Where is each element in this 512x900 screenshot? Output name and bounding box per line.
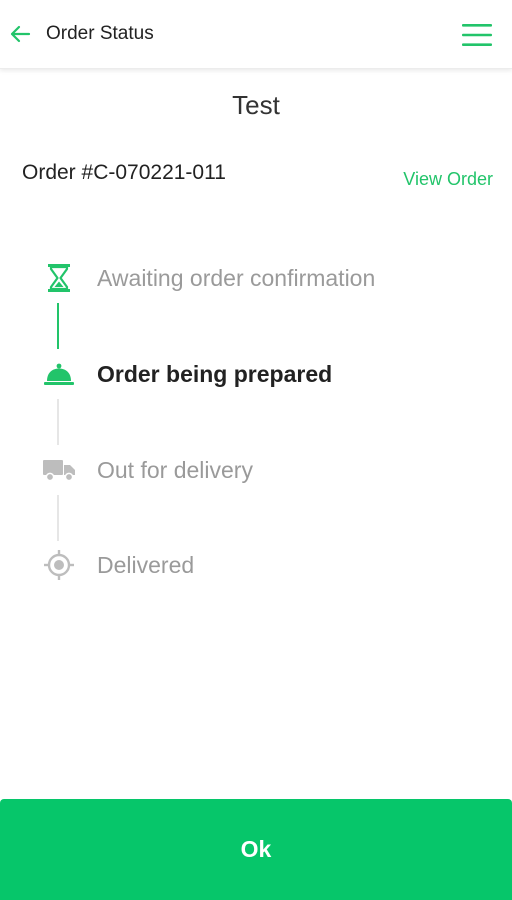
- step-connector: [57, 399, 59, 445]
- arrow-left-icon: [10, 25, 31, 43]
- status-step-being-prepared: Order being prepared: [0, 350, 512, 398]
- step-label: Delivered: [97, 552, 195, 578]
- step-icon-wrapper: [40, 547, 78, 583]
- app-header: Order Status: [0, 0, 512, 69]
- page-title: Order Status: [46, 23, 154, 44]
- hamburger-menu-icon: [462, 24, 492, 46]
- serving-bell-icon: [44, 363, 74, 385]
- step-icon-wrapper: [40, 260, 78, 296]
- step-icon-wrapper: [40, 356, 78, 392]
- step-icon-wrapper: [40, 452, 78, 488]
- step-label: Order being prepared: [97, 361, 333, 387]
- view-order-link[interactable]: View Order: [403, 167, 493, 191]
- location-target-icon: [44, 550, 74, 580]
- delivery-truck-icon: [43, 460, 75, 482]
- step-label: Awaiting order confirmation: [97, 265, 376, 291]
- status-step-out-for-delivery: Out for delivery: [0, 446, 512, 494]
- status-step-delivered: Delivered: [0, 541, 512, 589]
- ok-button[interactable]: Ok: [0, 799, 512, 900]
- hourglass-icon: [48, 264, 70, 292]
- back-button[interactable]: [6, 20, 34, 48]
- step-label: Out for delivery: [97, 457, 253, 483]
- menu-button[interactable]: [460, 20, 494, 50]
- order-number: Order #C-070221-011: [22, 161, 226, 184]
- store-name: Test: [232, 90, 280, 120]
- step-connector: [57, 495, 59, 541]
- step-connector: [57, 303, 59, 349]
- status-step-awaiting-confirmation: Awaiting order confirmation: [0, 254, 512, 302]
- order-status-screen: Order Status Test Order #C-070221-011 Vi…: [0, 0, 512, 900]
